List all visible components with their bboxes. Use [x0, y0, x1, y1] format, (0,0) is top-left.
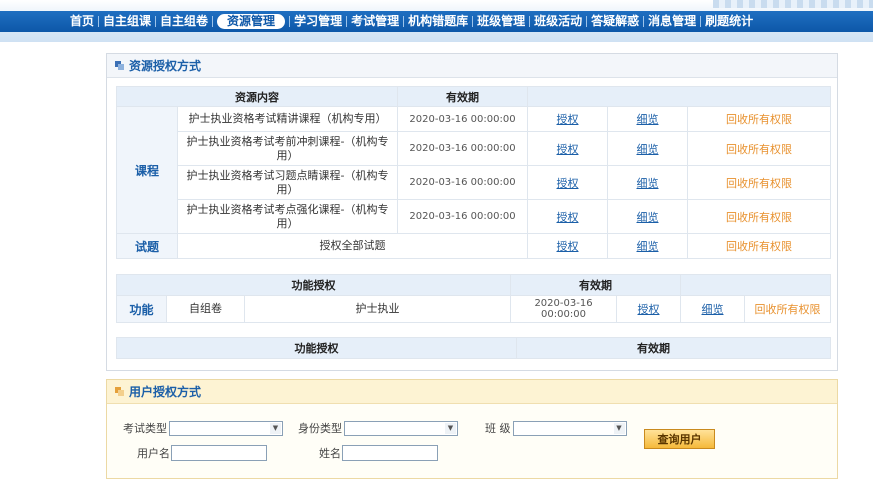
revoke-all-link[interactable]: 回收所有权限	[726, 113, 792, 126]
table-row: 护士执业资格考试考点强化课程-（机构专用） 2020-03-16 00:00:0…	[117, 199, 832, 234]
nav-class-management[interactable]: 班级管理	[473, 14, 529, 29]
function-table: 功能授权 有效期 功能 自组卷 护士执业 2020-03-16 00:00:00…	[116, 274, 831, 323]
nav-exam-management[interactable]: 考试管理	[347, 14, 403, 29]
username-input[interactable]	[171, 445, 267, 461]
name-input[interactable]	[342, 445, 438, 461]
nav-study-management[interactable]: 学习管理	[290, 14, 346, 29]
exam-type-label: 考试类型	[123, 422, 167, 435]
revoke-all-link[interactable]: 回收所有权限	[726, 240, 792, 253]
nav-custom-paper[interactable]: 自主组卷	[156, 14, 212, 29]
revoke-all-link[interactable]: 回收所有权限	[726, 143, 792, 156]
resource-table: 资源内容 有效期 课程 护士执业资格考试精讲课程（机构专用） 2020-03-1…	[116, 86, 832, 259]
header-empty	[680, 274, 831, 296]
detail-link[interactable]: 细览	[637, 143, 659, 156]
nav-message-management[interactable]: 消息管理	[644, 14, 700, 29]
table-row: 课程 护士执业资格考试精讲课程（机构专用） 2020-03-16 00:00:0…	[116, 106, 832, 234]
class-row: 班 级 ▼	[485, 420, 627, 436]
course-date: 2020-03-16 00:00:00	[397, 131, 528, 166]
resource-auth-panel: 资源授权方式 资源内容 有效期 课程 护士执业资格考试精讲课程（机构专用） 20…	[106, 53, 838, 371]
header-empty	[526, 86, 832, 107]
identity-type-row: 身份类型 ▼	[298, 420, 458, 436]
detail-link[interactable]: 细览	[637, 113, 659, 126]
function-table-empty: 功能授权 有效期	[116, 337, 831, 359]
revoke-all-link[interactable]: 回收所有权限	[726, 177, 792, 190]
identity-type-select[interactable]: ▼	[344, 420, 458, 436]
section-icon	[115, 387, 124, 396]
grant-link[interactable]: 授权	[557, 113, 579, 126]
exam-name: 授权全部试题	[177, 233, 528, 259]
grant-link[interactable]: 授权	[638, 303, 660, 316]
function-type: 自组卷	[166, 295, 245, 323]
detail-link[interactable]: 细览	[637, 177, 659, 190]
revoke-all-link[interactable]: 回收所有权限	[726, 211, 792, 224]
resource-auth-title: 资源授权方式	[129, 59, 202, 73]
resource-table-header: 资源内容 有效期	[116, 86, 832, 107]
chevron-down-icon: ▼	[613, 422, 625, 434]
course-name: 护士执业资格考试考点强化课程-（机构专用）	[177, 199, 398, 234]
username-row: 用户名	[137, 445, 267, 461]
exam-type-row: 考试类型 ▼	[123, 420, 283, 436]
user-auth-title: 用户授权方式	[129, 385, 202, 399]
course-name: 护士执业资格考试习题点睛课程-（机构专用）	[177, 165, 398, 200]
category-function: 功能	[116, 295, 167, 323]
top-banner: 首页 自主组课 自主组卷 资源管理 学习管理 考试管理 机构错题库 班级管理 班…	[0, 0, 873, 42]
nav-separator	[212, 16, 214, 27]
detail-link[interactable]: 细览	[637, 211, 659, 224]
course-date: 2020-03-16 00:00:00	[397, 199, 528, 234]
name-label: 姓名	[319, 447, 341, 460]
course-date: 2020-03-16 00:00:00	[397, 165, 528, 200]
header-validity: 有效期	[397, 86, 528, 107]
nav-resource-management[interactable]: 资源管理	[217, 14, 286, 29]
revoke-all-link[interactable]: 回收所有权限	[755, 303, 821, 316]
name-row: 姓名	[319, 445, 438, 461]
detail-link[interactable]: 细览	[637, 240, 659, 253]
main-nav: 首页 自主组课 自主组卷 资源管理 学习管理 考试管理 机构错题库 班级管理 班…	[0, 11, 873, 32]
grant-link[interactable]: 授权	[557, 211, 579, 224]
function-date: 2020-03-16 00:00:00	[510, 295, 617, 323]
function-table-header: 功能授权 有效期	[116, 274, 831, 296]
function-name: 护士执业	[244, 295, 511, 323]
detail-link[interactable]: 细览	[702, 303, 724, 316]
query-users-button[interactable]: 查询用户	[644, 429, 715, 449]
table-row: 功能 自组卷 护士执业 2020-03-16 00:00:00 授权 细览 回收…	[116, 295, 831, 323]
section-icon	[115, 61, 124, 70]
table-row: 护士执业资格考试习题点睛课程-（机构专用） 2020-03-16 00:00:0…	[117, 165, 832, 200]
header-validity: 有效期	[516, 337, 831, 359]
header-function-auth: 功能授权	[116, 337, 517, 359]
chevron-down-icon: ▼	[445, 422, 456, 434]
header-function-auth: 功能授权	[116, 274, 511, 296]
course-name: 护士执业资格考试考前冲刺课程-（机构专用）	[177, 131, 398, 166]
table-row: 护士执业资格考试考前冲刺课程-（机构专用） 2020-03-16 00:00:0…	[117, 131, 832, 166]
category-course: 课程	[116, 106, 178, 234]
grant-link[interactable]: 授权	[557, 143, 579, 156]
table-row: 试题 授权全部试题 授权 细览 回收所有权限	[116, 233, 832, 259]
course-date: 2020-03-16 00:00:00	[397, 106, 528, 132]
class-label: 班 级	[485, 422, 511, 435]
function-table-header: 功能授权 有效期	[116, 337, 831, 359]
category-exam: 试题	[116, 233, 178, 259]
course-name: 护士执业资格考试精讲课程（机构专用）	[177, 106, 398, 132]
nav-home[interactable]: 首页	[66, 14, 98, 29]
nav-wrong-question-bank[interactable]: 机构错题库	[404, 14, 472, 29]
nav-qa[interactable]: 答疑解惑	[587, 14, 643, 29]
grant-link[interactable]: 授权	[557, 240, 579, 253]
header-resource-content: 资源内容	[116, 86, 398, 107]
identity-type-label: 身份类型	[298, 422, 342, 435]
header-validity: 有效期	[510, 274, 681, 296]
user-auth-header: 用户授权方式	[107, 380, 837, 404]
nav-custom-course[interactable]: 自主组课	[99, 14, 155, 29]
grant-link[interactable]: 授权	[557, 177, 579, 190]
nav-class-activity[interactable]: 班级活动	[530, 14, 586, 29]
exam-type-select[interactable]: ▼	[169, 420, 283, 436]
nav-practice-stats[interactable]: 刷题统计	[701, 14, 757, 29]
banner-decoration	[713, 0, 873, 8]
username-label: 用户名	[137, 447, 170, 460]
class-select[interactable]: ▼	[512, 420, 627, 436]
resource-auth-header: 资源授权方式	[107, 54, 837, 78]
chevron-down-icon: ▼	[270, 422, 281, 434]
